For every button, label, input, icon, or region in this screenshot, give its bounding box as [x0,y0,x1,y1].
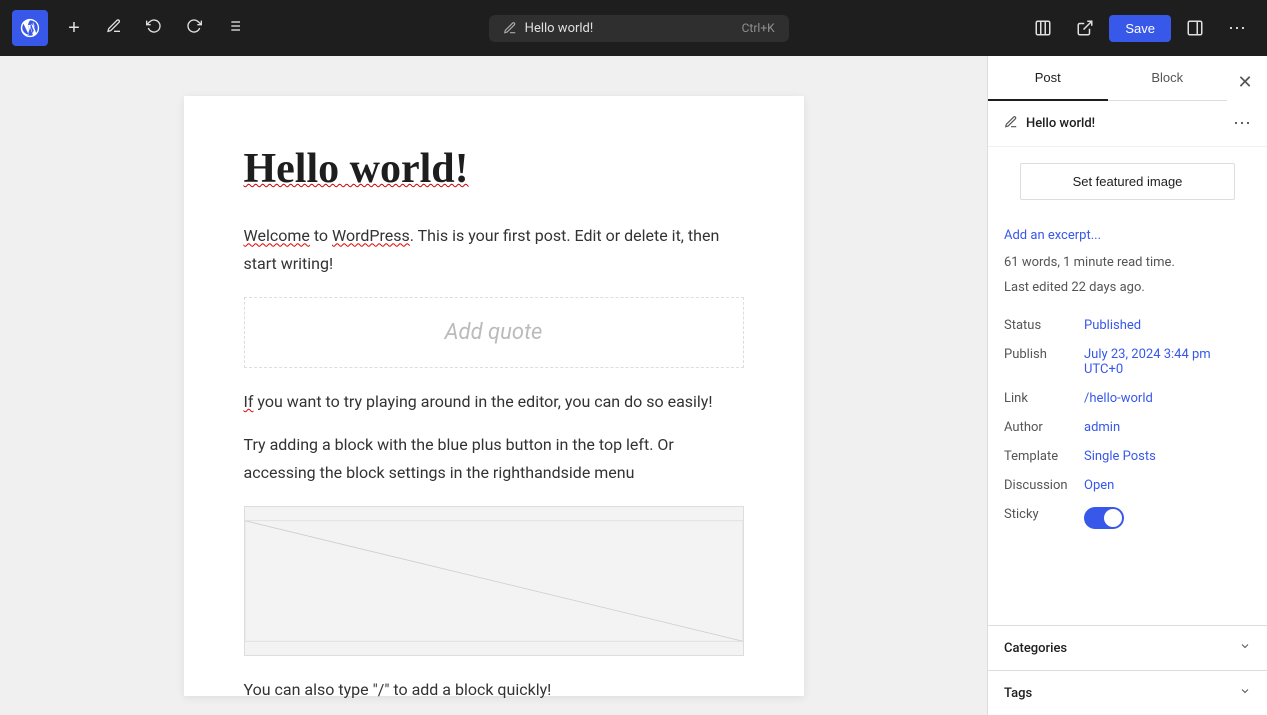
sticky-toggle-cell [1084,500,1251,540]
tags-label: Tags [1004,686,1032,701]
sticky-toggle[interactable] [1084,507,1124,529]
sidebar-more-options-button[interactable]: ⋯ [1233,113,1251,134]
more-options-icon: ⋯ [1233,113,1251,133]
add-quote-block[interactable]: Add quote [244,297,744,368]
toggle-knob [1104,509,1122,527]
categories-section[interactable]: Categories [988,625,1267,670]
wp-logo[interactable] [12,10,48,46]
settings-panel-button[interactable] [1177,10,1213,46]
sidebar-body: Add an excerpt... 61 words, 1 minute rea… [988,216,1267,625]
pencil-icon [106,18,122,39]
tags-section[interactable]: Tags [988,670,1267,715]
publish-value: July 23, 2024 3:44 pm UTC+0 [1084,340,1251,384]
template-value: Single Posts [1084,442,1251,471]
publish-date-link[interactable]: July 23, 2024 3:44 pm UTC+0 [1084,347,1211,377]
author-value: admin [1084,413,1251,442]
post-meta-table: Status Published Publish July 23, 2024 3… [1004,311,1251,540]
status-label: Status [1004,311,1084,340]
ellipsis-icon: ⋯ [1228,18,1246,39]
categories-label: Categories [1004,641,1067,656]
sidebar-tabs-row: Post Block ✕ [988,56,1267,101]
save-button[interactable]: Save [1109,15,1171,42]
last-edited: Last edited 22 days ago. [1004,278,1251,299]
external-link-button[interactable] [1067,10,1103,46]
author-link[interactable]: admin [1084,420,1120,435]
post-title[interactable]: Hello world! [244,144,744,194]
link-value: /hello-world [1084,384,1251,413]
doc-title-left: Hello world! [503,21,594,36]
status-row: Status Published [1004,311,1251,340]
image-placeholder [244,506,744,656]
undo-icon [146,18,162,39]
discussion-label: Discussion [1004,471,1084,500]
status-published[interactable]: Published [1084,318,1141,333]
plus-icon: + [68,17,80,40]
tools-button[interactable] [96,10,132,46]
discussion-row: Discussion Open [1004,471,1251,500]
paragraph-2: If you want to try playing around in the… [244,388,744,415]
toolbar-center: Hello world! Ctrl+K [256,15,1021,42]
set-featured-image-button[interactable]: Set featured image [1020,163,1235,200]
sidebar: Post Block ✕ Hello world! ⋯ Set featured… [987,56,1267,715]
tags-chevron-icon [1239,685,1251,701]
more-options-button[interactable]: ⋯ [1219,10,1255,46]
paragraph-3: Try adding a block with the blue plus bu… [244,431,744,485]
editor-content: Hello world! Welcome to WordPress. This … [184,96,804,696]
paragraph-4: You can also type "/" to add a block qui… [244,676,744,703]
toolbar-right: Save ⋯ [1025,10,1255,46]
sidebar-tabs: Post Block [988,56,1227,101]
keyboard-shortcut: Ctrl+K [742,21,775,35]
status-value: Published [1084,311,1251,340]
sidebar-header-row: Hello world! ⋯ [988,101,1267,147]
discussion-link[interactable]: Open [1084,478,1114,493]
post-body: Welcome to WordPress. This is your first… [244,222,744,703]
paragraph-1: Welcome to WordPress. This is your first… [244,222,744,276]
pen-icon [503,21,517,35]
post-edit-icon [1004,114,1018,133]
sidebar-post-name: Hello world! [1026,116,1225,131]
word-count: 61 words, 1 minute read time. [1004,253,1251,274]
template-row: Template Single Posts [1004,442,1251,471]
author-row: Author admin [1004,413,1251,442]
tab-post[interactable]: Post [988,56,1108,101]
redo-icon [186,18,202,39]
add-quote-placeholder: Add quote [445,320,543,345]
document-title: Hello world! [525,21,594,36]
image-placeholder-svg [245,507,743,655]
editor-area[interactable]: Hello world! Welcome to WordPress. This … [0,56,987,715]
featured-image-section: Set featured image [988,147,1267,216]
external-link-icon [1076,19,1094,37]
categories-chevron-icon [1239,640,1251,656]
undo-button[interactable] [136,10,172,46]
panel-icon [1186,19,1204,37]
wp-svg-icon [19,17,41,39]
main-area: Hello world! Welcome to WordPress. This … [0,56,1267,715]
document-title-bar[interactable]: Hello world! Ctrl+K [489,15,789,42]
add-block-button[interactable]: + [56,10,92,46]
list-view-icon [226,18,242,39]
close-icon: ✕ [1237,72,1252,93]
add-excerpt-link[interactable]: Add an excerpt... [1004,228,1251,243]
sticky-row: Sticky [1004,500,1251,540]
sidebar-close-button[interactable]: ✕ [1227,64,1263,100]
view-icon [1034,19,1052,37]
discussion-value: Open [1084,471,1251,500]
view-button[interactable] [1025,10,1061,46]
tab-block[interactable]: Block [1108,56,1228,101]
list-view-button[interactable] [216,10,252,46]
link-row: Link /hello-world [1004,384,1251,413]
link-label: Link [1004,384,1084,413]
post-link[interactable]: /hello-world [1084,391,1153,406]
template-link[interactable]: Single Posts [1084,449,1156,464]
sticky-label: Sticky [1004,500,1084,540]
author-label: Author [1004,413,1084,442]
publish-label: Publish [1004,340,1084,384]
top-toolbar: + [0,0,1267,56]
template-label: Template [1004,442,1084,471]
redo-button[interactable] [176,10,212,46]
publish-row: Publish July 23, 2024 3:44 pm UTC+0 [1004,340,1251,384]
